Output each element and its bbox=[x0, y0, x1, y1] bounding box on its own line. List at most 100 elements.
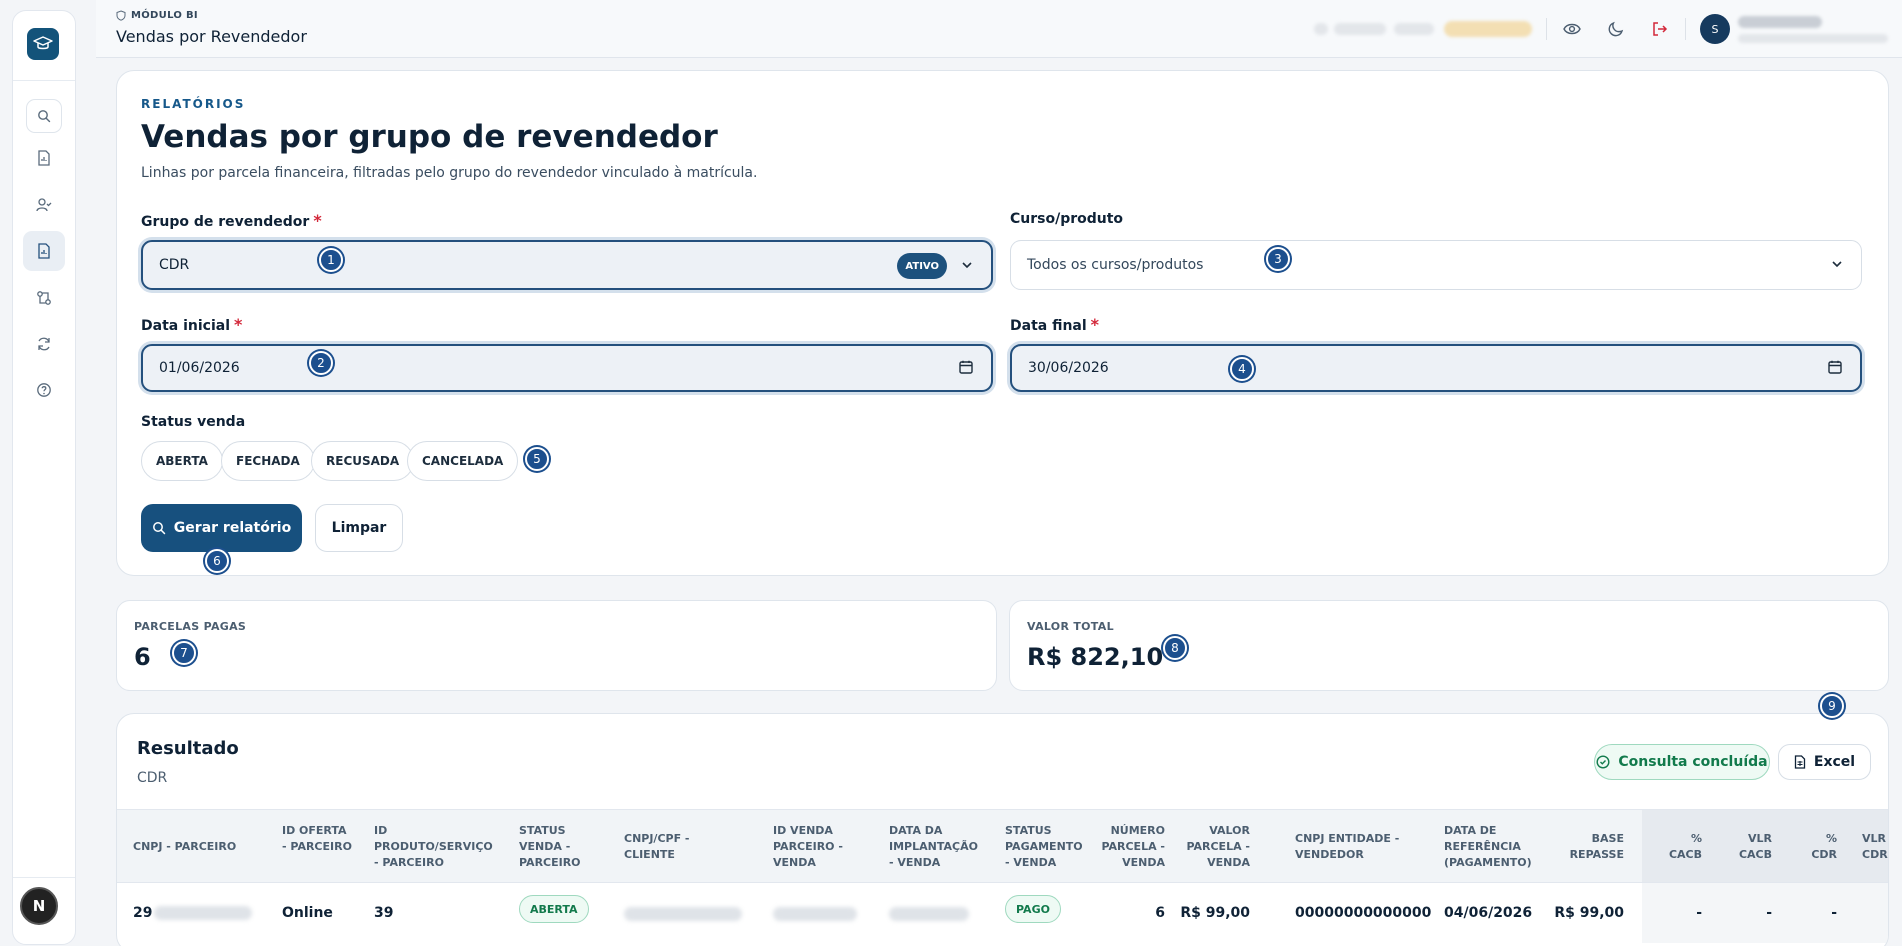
theme-toggle[interactable] bbox=[1605, 18, 1627, 40]
transfer-icon bbox=[37, 291, 51, 305]
cnpj-parceiro-prefix: 29 bbox=[133, 905, 153, 921]
sidebar-item-bi-reports[interactable] bbox=[23, 231, 65, 271]
column-header: VLR CDR bbox=[1862, 832, 1888, 861]
data-inicial-label-text: Data inicial bbox=[141, 318, 230, 334]
status-venda-badge: ABERTA bbox=[519, 895, 589, 923]
chevron-down-icon bbox=[1832, 261, 1842, 268]
cell-cnpj-entidade: 00000000000000 bbox=[1295, 905, 1432, 921]
curso-label: Curso/produto bbox=[1010, 211, 1124, 227]
top-header: MÓDULO BI Vendas por Revendedor S bbox=[96, 0, 1902, 58]
user-info bbox=[1738, 15, 1888, 43]
user-avatar[interactable]: S bbox=[1700, 14, 1730, 44]
cell-id-produto: 39 bbox=[374, 905, 394, 921]
valor-total-label: VALOR TOTAL bbox=[1027, 620, 1114, 633]
cell-pct-cacb: - bbox=[1696, 905, 1702, 921]
data-inicial-input[interactable]: 01/06/2026 bbox=[141, 344, 993, 392]
visibility-toggle[interactable] bbox=[1561, 18, 1583, 40]
query-status-pill: Consulta concluída bbox=[1594, 744, 1770, 780]
report-icon bbox=[38, 150, 50, 166]
eye-icon bbox=[1563, 23, 1581, 35]
cell-pct-cdr: - bbox=[1831, 905, 1837, 921]
marker-7: 7 bbox=[172, 641, 196, 665]
sidebar-item-transfers[interactable] bbox=[23, 278, 65, 318]
column-header: DATA DE REFERÊNCIA (PAGAMENTO) bbox=[1444, 824, 1532, 869]
data-inicial-value: 01/06/2026 bbox=[159, 360, 240, 376]
redacted-value bbox=[154, 906, 253, 920]
status-chip-fechada[interactable]: FECHADA bbox=[221, 441, 315, 481]
curso-select[interactable]: Todos os cursos/produtos bbox=[1010, 240, 1862, 290]
redacted-icon bbox=[1314, 23, 1328, 35]
shield-icon bbox=[116, 10, 126, 21]
sidebar-divider bbox=[13, 877, 75, 878]
column-header: BASE REPASSE bbox=[1569, 832, 1624, 861]
grupo-label-text: Grupo de revendedor bbox=[141, 214, 310, 230]
graduation-cap-icon bbox=[33, 36, 53, 50]
header-actions: S bbox=[1314, 12, 1902, 46]
logout-icon bbox=[1653, 22, 1668, 36]
status-pagamento-badge: PAGO bbox=[1005, 895, 1061, 923]
generate-report-label: Gerar relatório bbox=[173, 520, 292, 536]
cell-base-repasse: R$ 99,00 bbox=[1554, 905, 1624, 921]
breadcrumb-label: MÓDULO BI bbox=[131, 10, 198, 21]
clear-button[interactable]: Limpar bbox=[315, 504, 403, 552]
status-chip-recusada[interactable]: RECUSADA bbox=[311, 441, 415, 481]
section-eyebrow: RELATÓRIOS bbox=[141, 97, 246, 111]
status-chip-cancelada[interactable]: CANCELADA bbox=[407, 441, 519, 481]
cell-id-oferta: Online bbox=[282, 905, 333, 921]
data-final-input[interactable]: 30/06/2026 bbox=[1010, 344, 1862, 392]
logout-button[interactable] bbox=[1649, 18, 1671, 40]
redacted-badge bbox=[1444, 21, 1532, 37]
redacted-text bbox=[1334, 23, 1386, 35]
sidebar: N bbox=[12, 10, 76, 945]
marker-9: 9 bbox=[1820, 694, 1844, 718]
moon-icon bbox=[1608, 21, 1624, 37]
export-excel-button[interactable]: Excel bbox=[1778, 744, 1871, 780]
valor-total-card: VALOR TOTAL R$ 822,10 bbox=[1009, 600, 1889, 691]
data-final-value: 30/06/2026 bbox=[1028, 360, 1109, 376]
export-excel-label: Excel bbox=[1813, 754, 1856, 770]
column-header: % CACB bbox=[1668, 832, 1702, 861]
generate-report-button[interactable]: Gerar relatório bbox=[141, 504, 302, 552]
cell-valor-parcela: R$ 99,00 bbox=[1180, 905, 1250, 921]
refresh-icon bbox=[38, 337, 50, 351]
marker-8: 8 bbox=[1163, 636, 1187, 660]
column-header: STATUS PAGAMENTO - VENDA bbox=[1005, 824, 1083, 869]
search-icon bbox=[152, 522, 166, 535]
query-status-text: Consulta concluída bbox=[1618, 754, 1768, 770]
redacted-value bbox=[624, 907, 742, 921]
sidebar-item-reports[interactable] bbox=[23, 138, 65, 178]
cell-cnpj-parceiro: 29 bbox=[133, 905, 253, 921]
status-badge: ATIVO bbox=[897, 253, 947, 279]
header-divider bbox=[1546, 18, 1547, 40]
required-mark: * bbox=[313, 211, 322, 230]
sidebar-divider bbox=[13, 80, 75, 81]
column-header: ID VENDA PARCEIRO - VENDA bbox=[773, 824, 843, 869]
sidebar-item-help[interactable] bbox=[23, 370, 65, 410]
valor-total-value: R$ 822,10 bbox=[1027, 643, 1164, 671]
sidebar-item-sync[interactable] bbox=[23, 324, 65, 364]
chevron-down-icon bbox=[962, 262, 972, 269]
cell-vlr-cacb: - bbox=[1766, 905, 1772, 921]
grupo-select[interactable]: CDR ATIVO bbox=[141, 240, 993, 290]
column-header: ID OFERTA - PARCEIRO bbox=[282, 824, 352, 853]
curso-select-value: Todos os cursos/produtos bbox=[1027, 257, 1204, 273]
data-inicial-label: Data inicial * bbox=[141, 315, 242, 334]
redacted-email bbox=[1738, 33, 1888, 43]
cell-data-referencia: 04/06/2026 bbox=[1444, 905, 1533, 921]
column-header: CNPJ/CPF - CLIENTE bbox=[624, 832, 690, 861]
redacted-username bbox=[1738, 15, 1822, 28]
column-header: NÚMERO PARCELA - VENDA bbox=[1101, 824, 1165, 869]
status-chip-aberta[interactable]: ABERTA bbox=[141, 441, 223, 481]
workspace-avatar[interactable]: N bbox=[20, 887, 58, 925]
sidebar-item-users[interactable] bbox=[23, 185, 65, 225]
column-header: CNPJ - PARCEIRO bbox=[133, 840, 237, 853]
report-active-icon bbox=[38, 243, 50, 259]
grupo-label: Grupo de revendedor * bbox=[141, 211, 322, 230]
report-filters-card: RELATÓRIOS Vendas por grupo de revendedo… bbox=[116, 70, 1889, 576]
data-final-label: Data final * bbox=[1010, 315, 1099, 334]
page-title: Vendas por Revendedor bbox=[116, 27, 307, 46]
sidebar-search-button[interactable] bbox=[26, 99, 62, 133]
check-circle-icon bbox=[1596, 755, 1610, 769]
required-mark: * bbox=[234, 315, 243, 334]
app-logo[interactable] bbox=[27, 28, 59, 60]
